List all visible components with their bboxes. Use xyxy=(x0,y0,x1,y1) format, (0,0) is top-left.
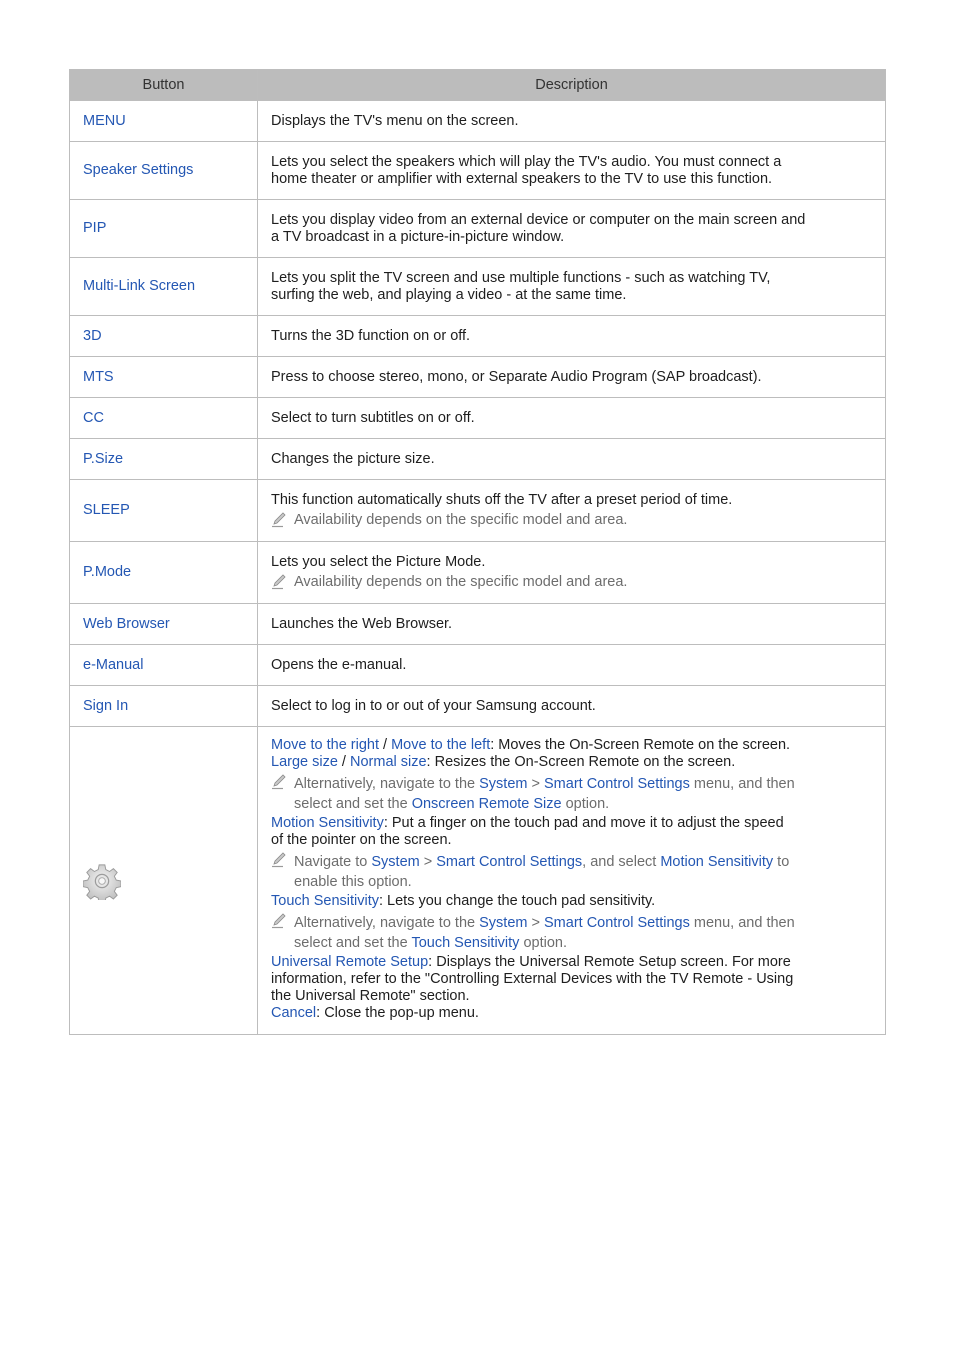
button-description: Changes the picture size. xyxy=(257,438,886,480)
description-line: This function automatically shuts off th… xyxy=(271,492,733,508)
button-name: P.Size xyxy=(69,438,258,480)
size-option: Large size / Normal size: Resizes the On… xyxy=(271,754,736,770)
note-text: Availability depends on the specific mod… xyxy=(294,512,628,528)
large-size-label: Large size xyxy=(271,754,338,770)
table-row: CC Select to turn subtitles on or off. xyxy=(69,397,886,439)
table-row: SLEEP This function automatically shuts … xyxy=(69,479,886,542)
button-name: 3D xyxy=(69,315,258,357)
table-row: Web Browser Launches the Web Browser. xyxy=(69,603,886,645)
cancel-option: Cancel: Close the pop-up menu. xyxy=(271,1005,479,1021)
button-description: Lets you split the TV screen and use mul… xyxy=(257,257,886,316)
description-line: a TV broadcast in a picture-in-picture w… xyxy=(271,228,565,245)
table-row: e-Manual Opens the e-manual. xyxy=(69,644,886,686)
settings-button-cell xyxy=(69,726,258,1035)
availability-note: Availability depends on the specific mod… xyxy=(271,512,873,529)
pencil-note-icon xyxy=(272,512,286,528)
button-name: MENU xyxy=(69,100,258,142)
button-description: Opens the e-manual. xyxy=(257,644,886,686)
button-description: Displays the TV's menu on the screen. xyxy=(257,100,886,142)
table-row: Sign In Select to log in to or out of yo… xyxy=(69,685,886,727)
button-description: Turns the 3D function on or off. xyxy=(257,315,886,357)
gear-icon xyxy=(83,863,121,900)
table-row: Multi-Link Screen Lets you split the TV … xyxy=(69,257,886,316)
description-line: home theater or amplifier with external … xyxy=(271,170,773,187)
move-left-label: Move to the left xyxy=(391,737,491,753)
cancel-label: Cancel xyxy=(271,1005,317,1021)
availability-note: Availability depends on the specific mod… xyxy=(271,574,873,591)
settings-row: Move to the right / Move to the left: Mo… xyxy=(69,726,886,1035)
header-description: Description xyxy=(257,69,886,101)
button-name: Sign In xyxy=(69,685,258,727)
table-row: Speaker Settings Lets you select the spe… xyxy=(69,141,886,200)
table-row: P.Size Changes the picture size. xyxy=(69,438,886,480)
description-line: Lets you select the Picture Mode. xyxy=(271,554,486,570)
button-description: Select to log in to or out of your Samsu… xyxy=(257,685,886,727)
table-row: MTS Press to choose stereo, mono, or Sep… xyxy=(69,356,886,398)
pencil-note-icon xyxy=(272,574,286,590)
move-right-label: Move to the right xyxy=(271,737,379,753)
pencil-note-icon xyxy=(272,913,286,929)
note-text: Availability depends on the specific mod… xyxy=(294,574,628,590)
button-description: Lets you select the Picture Mode. Availa… xyxy=(257,541,886,604)
table-row: P.Mode Lets you select the Picture Mode.… xyxy=(69,541,886,604)
size-note: Alternatively, navigate to the System > … xyxy=(271,774,873,814)
button-description: Select to turn subtitles on or off. xyxy=(257,397,886,439)
button-description: This function automatically shuts off th… xyxy=(257,479,886,542)
description-line: Lets you select the speakers which will … xyxy=(271,153,782,170)
table-row: PIP Lets you display video from an exter… xyxy=(69,199,886,258)
button-name: Speaker Settings xyxy=(69,141,258,200)
motion-sensitivity-option: Motion Sensitivity: Put a finger on the … xyxy=(271,815,784,848)
universal-remote-setup-label: Universal Remote Setup xyxy=(271,954,429,970)
touch-sensitivity-label: Touch Sensitivity xyxy=(271,893,379,909)
table-row: MENU Displays the TV's menu on the scree… xyxy=(69,100,886,142)
pencil-note-icon xyxy=(272,774,286,790)
normal-size-label: Normal size xyxy=(350,754,427,770)
table-header-row: Button Description xyxy=(69,69,886,101)
settings-description: Move to the right / Move to the left: Mo… xyxy=(257,726,886,1035)
touch-note: Alternatively, navigate to the System > … xyxy=(271,913,873,953)
pencil-note-icon xyxy=(272,852,286,868)
description-line: surfing the web, and playing a video - a… xyxy=(271,286,627,303)
button-name: P.Mode xyxy=(69,541,258,604)
universal-remote-option: Universal Remote Setup: Displays the Uni… xyxy=(271,954,794,1004)
motion-note: Navigate to System > Smart Control Setti… xyxy=(271,852,873,892)
button-name: CC xyxy=(69,397,258,439)
button-name: Multi-Link Screen xyxy=(69,257,258,316)
button-name: e-Manual xyxy=(69,644,258,686)
button-description: Press to choose stereo, mono, or Separat… xyxy=(257,356,886,398)
remote-buttons-table: Button Description MENU Displays the TV'… xyxy=(69,69,886,1035)
move-option: Move to the right / Move to the left: Mo… xyxy=(271,737,791,753)
motion-sensitivity-label: Motion Sensitivity xyxy=(271,815,384,831)
description-line: Lets you display video from an external … xyxy=(271,211,806,228)
button-description: Launches the Web Browser. xyxy=(257,603,886,645)
button-description: Lets you select the speakers which will … xyxy=(257,141,886,200)
button-name: Web Browser xyxy=(69,603,258,645)
button-description: Lets you display video from an external … xyxy=(257,199,886,258)
button-name: SLEEP xyxy=(69,479,258,542)
button-name: PIP xyxy=(69,199,258,258)
header-button: Button xyxy=(69,69,258,101)
button-name: MTS xyxy=(69,356,258,398)
touch-sensitivity-option: Touch Sensitivity: Lets you change the t… xyxy=(271,893,656,909)
description-line: Lets you split the TV screen and use mul… xyxy=(271,269,771,286)
table-row: 3D Turns the 3D function on or off. xyxy=(69,315,886,357)
